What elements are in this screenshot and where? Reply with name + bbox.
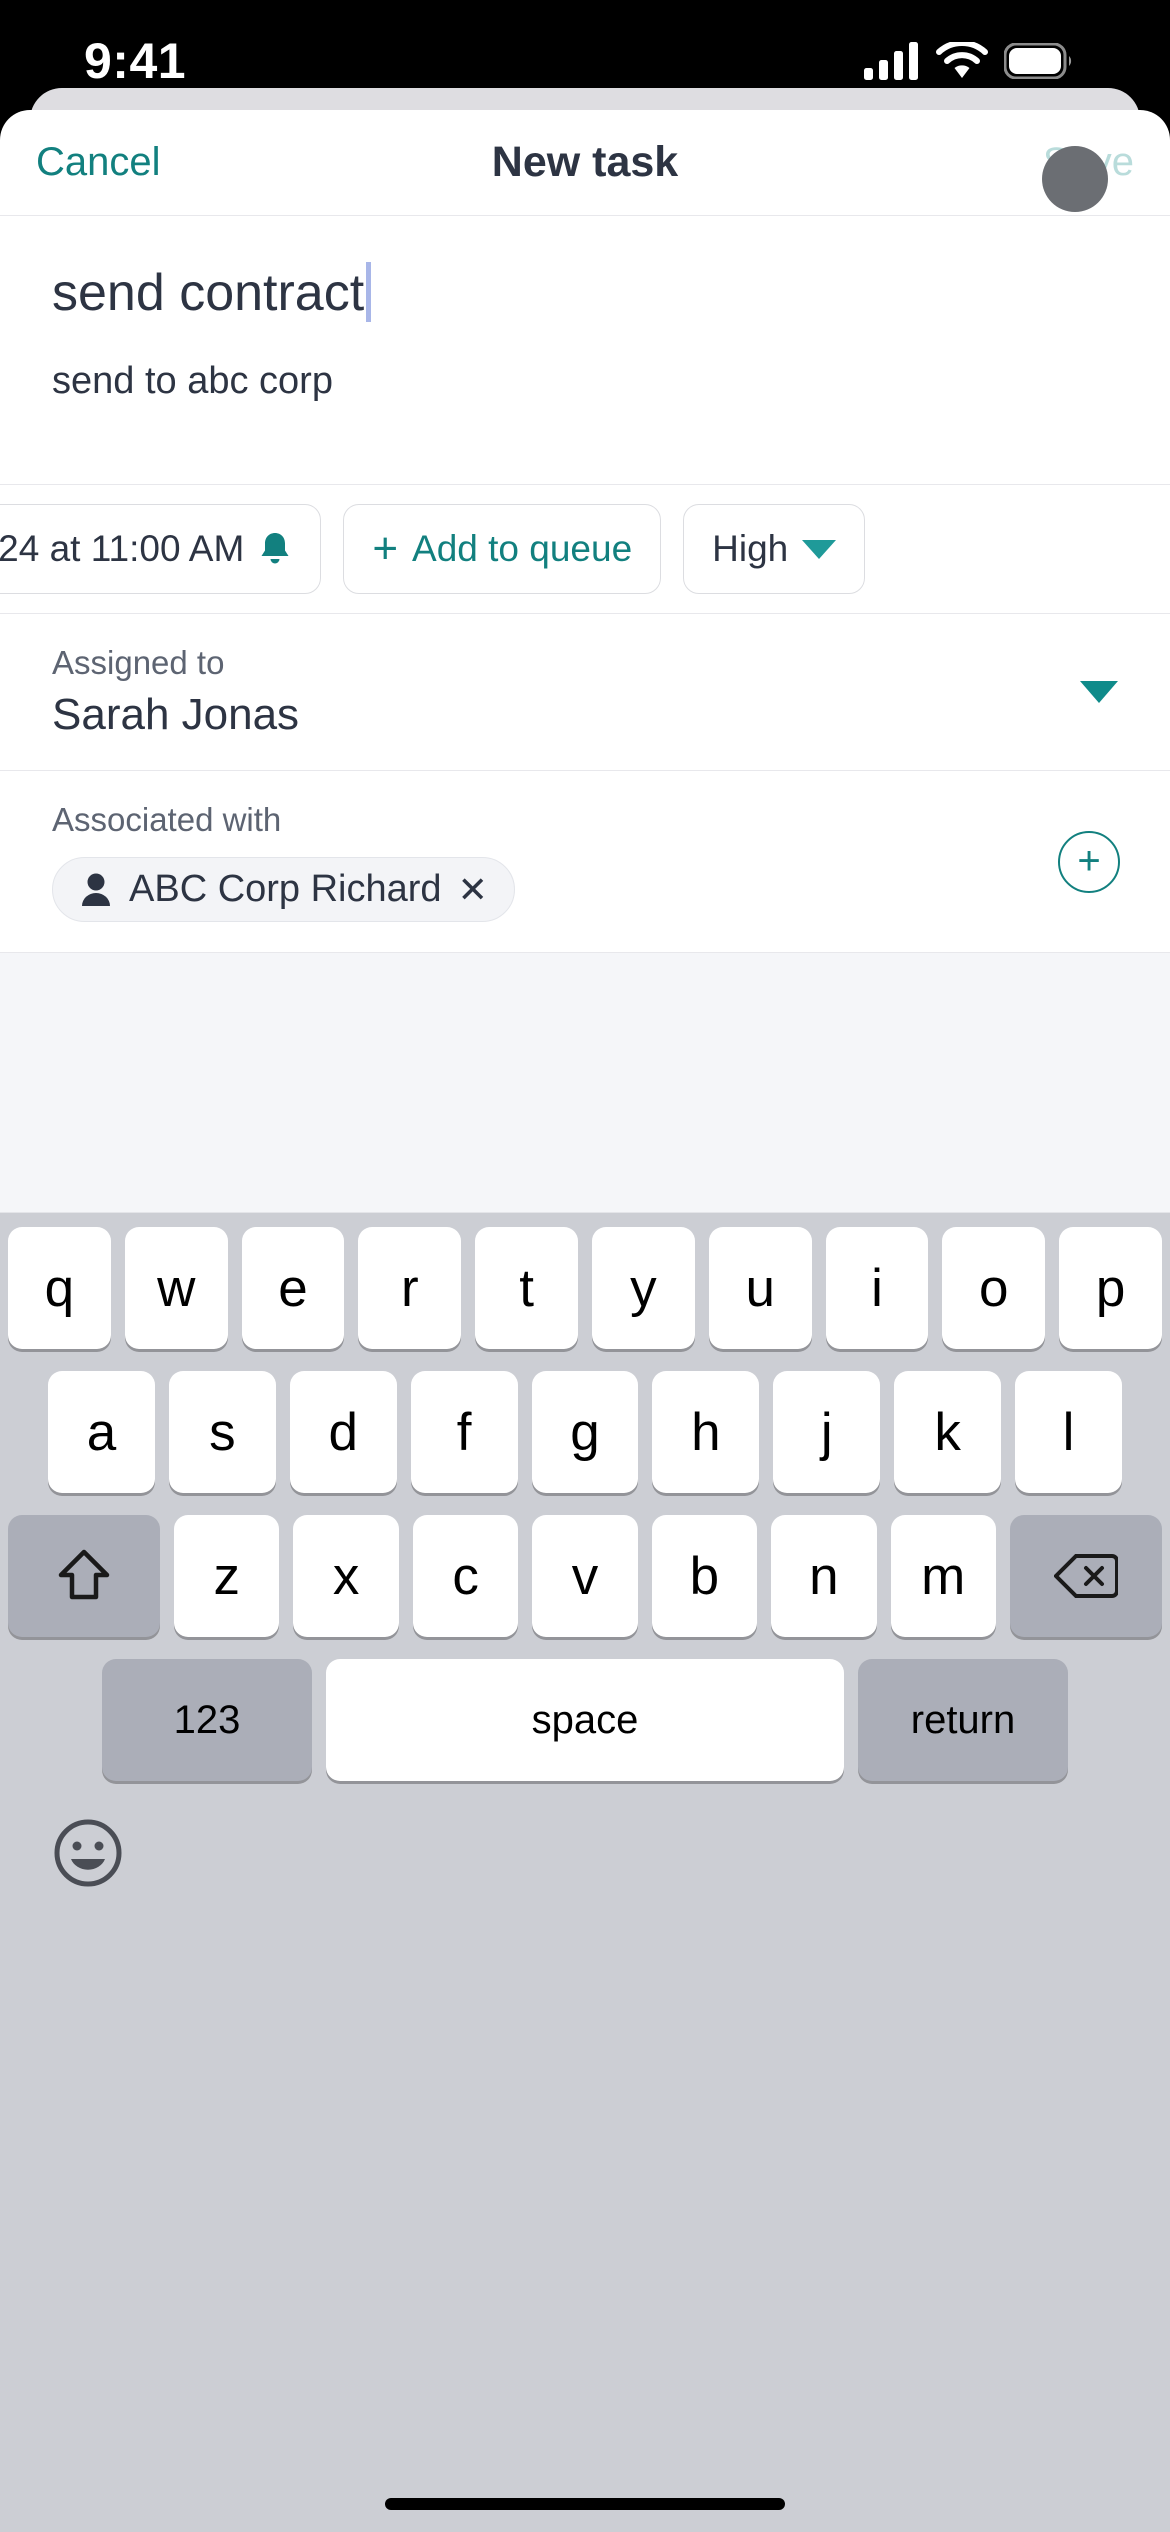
return-key[interactable]: return: [858, 1659, 1068, 1781]
cellular-signal-icon: [864, 42, 918, 80]
key-g[interactable]: g: [531, 1371, 639, 1493]
due-date-label: 2024 at 11:00 AM: [0, 528, 245, 569]
key-d[interactable]: d: [289, 1371, 397, 1493]
phone-screen: 9:41 Cancel New task send contract send …: [0, 0, 1170, 2532]
add-association-button[interactable]: +: [1058, 830, 1120, 893]
text-caret: [366, 262, 372, 322]
associated-with-label: Associated with: [52, 801, 282, 838]
key-t[interactable]: t: [475, 1227, 578, 1349]
space-key[interactable]: space: [326, 1659, 844, 1781]
key-p[interactable]: p: [1059, 1227, 1162, 1349]
add-to-queue-label: Add to queue: [412, 528, 633, 569]
key-v[interactable]: v: [532, 1515, 638, 1637]
priority-label: High: [712, 528, 789, 569]
emoji-icon[interactable]: [52, 1817, 124, 1889]
backspace-icon: [1053, 1554, 1118, 1598]
key-r[interactable]: r: [358, 1227, 462, 1349]
backspace-key[interactable]: [1009, 1515, 1162, 1637]
key-j[interactable]: j: [773, 1371, 881, 1493]
key-s[interactable]: s: [168, 1371, 276, 1493]
task-attribute-chip-row[interactable]: 2024 at 11:00 AM + Add to queue High: [0, 484, 1170, 614]
assigned-to-value: Sarah Jonas: [52, 690, 300, 739]
keyboard-row-2: a s d f g h j k l: [0, 1371, 1170, 1493]
cancel-button[interactable]: Cancel: [36, 140, 161, 185]
add-to-queue-chip[interactable]: + Add to queue: [343, 504, 662, 594]
status-bar-time: 9:41: [84, 33, 187, 89]
key-a[interactable]: a: [48, 1371, 155, 1493]
shift-key[interactable]: [8, 1515, 161, 1637]
status-bar-indicators: [864, 32, 1074, 80]
numbers-key[interactable]: 123: [102, 1659, 312, 1781]
page-title: New task: [491, 138, 679, 186]
on-screen-keyboard: q w e r t y u i o p a s d f g h j k l z …: [0, 1213, 1170, 2532]
key-k[interactable]: k: [894, 1371, 1002, 1493]
keyboard-row-3: z x c v b n m: [0, 1515, 1170, 1637]
key-i[interactable]: i: [825, 1227, 929, 1349]
key-z[interactable]: z: [174, 1515, 280, 1637]
key-u[interactable]: u: [708, 1227, 812, 1349]
touch-cursor-indicator: [1042, 146, 1108, 212]
new-task-sheet: Cancel New task Save send contract send …: [0, 110, 1170, 2532]
key-o[interactable]: o: [942, 1227, 1046, 1349]
bell-icon: [261, 533, 289, 564]
keyboard-row-4: 123 space return: [0, 1659, 1170, 1781]
keyboard-row-1: q w e r t y u i o p: [0, 1227, 1170, 1349]
sheet-navigation-bar: Cancel New task Save: [0, 110, 1170, 216]
battery-icon: [1004, 43, 1072, 79]
sheet-empty-area: [0, 953, 1170, 1213]
key-l[interactable]: l: [1015, 1371, 1123, 1493]
close-icon[interactable]: ✕: [458, 871, 488, 908]
key-c[interactable]: c: [412, 1515, 519, 1637]
key-f[interactable]: f: [410, 1371, 518, 1493]
key-m[interactable]: m: [890, 1515, 996, 1637]
key-e[interactable]: e: [241, 1227, 345, 1349]
key-b[interactable]: b: [651, 1515, 758, 1637]
key-q[interactable]: q: [8, 1227, 111, 1349]
chevron-down-icon: [802, 539, 837, 559]
task-fields: send contract send to abc corp: [0, 216, 1170, 484]
keyboard-bottom-bar: [0, 1781, 1170, 1889]
plus-icon: +: [372, 524, 399, 573]
due-date-chip[interactable]: 2024 at 11:00 AM: [0, 504, 322, 594]
task-title-input[interactable]: send contract: [52, 262, 1118, 322]
key-n[interactable]: n: [771, 1515, 877, 1637]
person-icon: [82, 873, 110, 906]
priority-chip[interactable]: High: [683, 504, 866, 594]
key-y[interactable]: y: [592, 1227, 695, 1349]
task-description-input[interactable]: send to abc corp: [52, 360, 1118, 403]
associated-record-name: ABC Corp Richard: [129, 868, 442, 910]
assigned-to-label: Assigned to: [52, 644, 225, 681]
assigned-to-row[interactable]: Assigned to Sarah Jonas: [0, 614, 1170, 771]
key-x[interactable]: x: [293, 1515, 399, 1637]
associated-with-row: Associated with ABC Corp Richard ✕ +: [0, 771, 1170, 953]
associated-record-pill[interactable]: ABC Corp Richard ✕: [52, 857, 515, 922]
chevron-down-icon[interactable]: [1080, 681, 1118, 703]
shift-icon: [58, 1549, 110, 1600]
task-title-value: send contract: [52, 264, 365, 322]
wifi-icon: [936, 42, 988, 78]
key-h[interactable]: h: [652, 1371, 760, 1493]
key-w[interactable]: w: [124, 1227, 228, 1349]
home-indicator: [385, 2498, 785, 2510]
